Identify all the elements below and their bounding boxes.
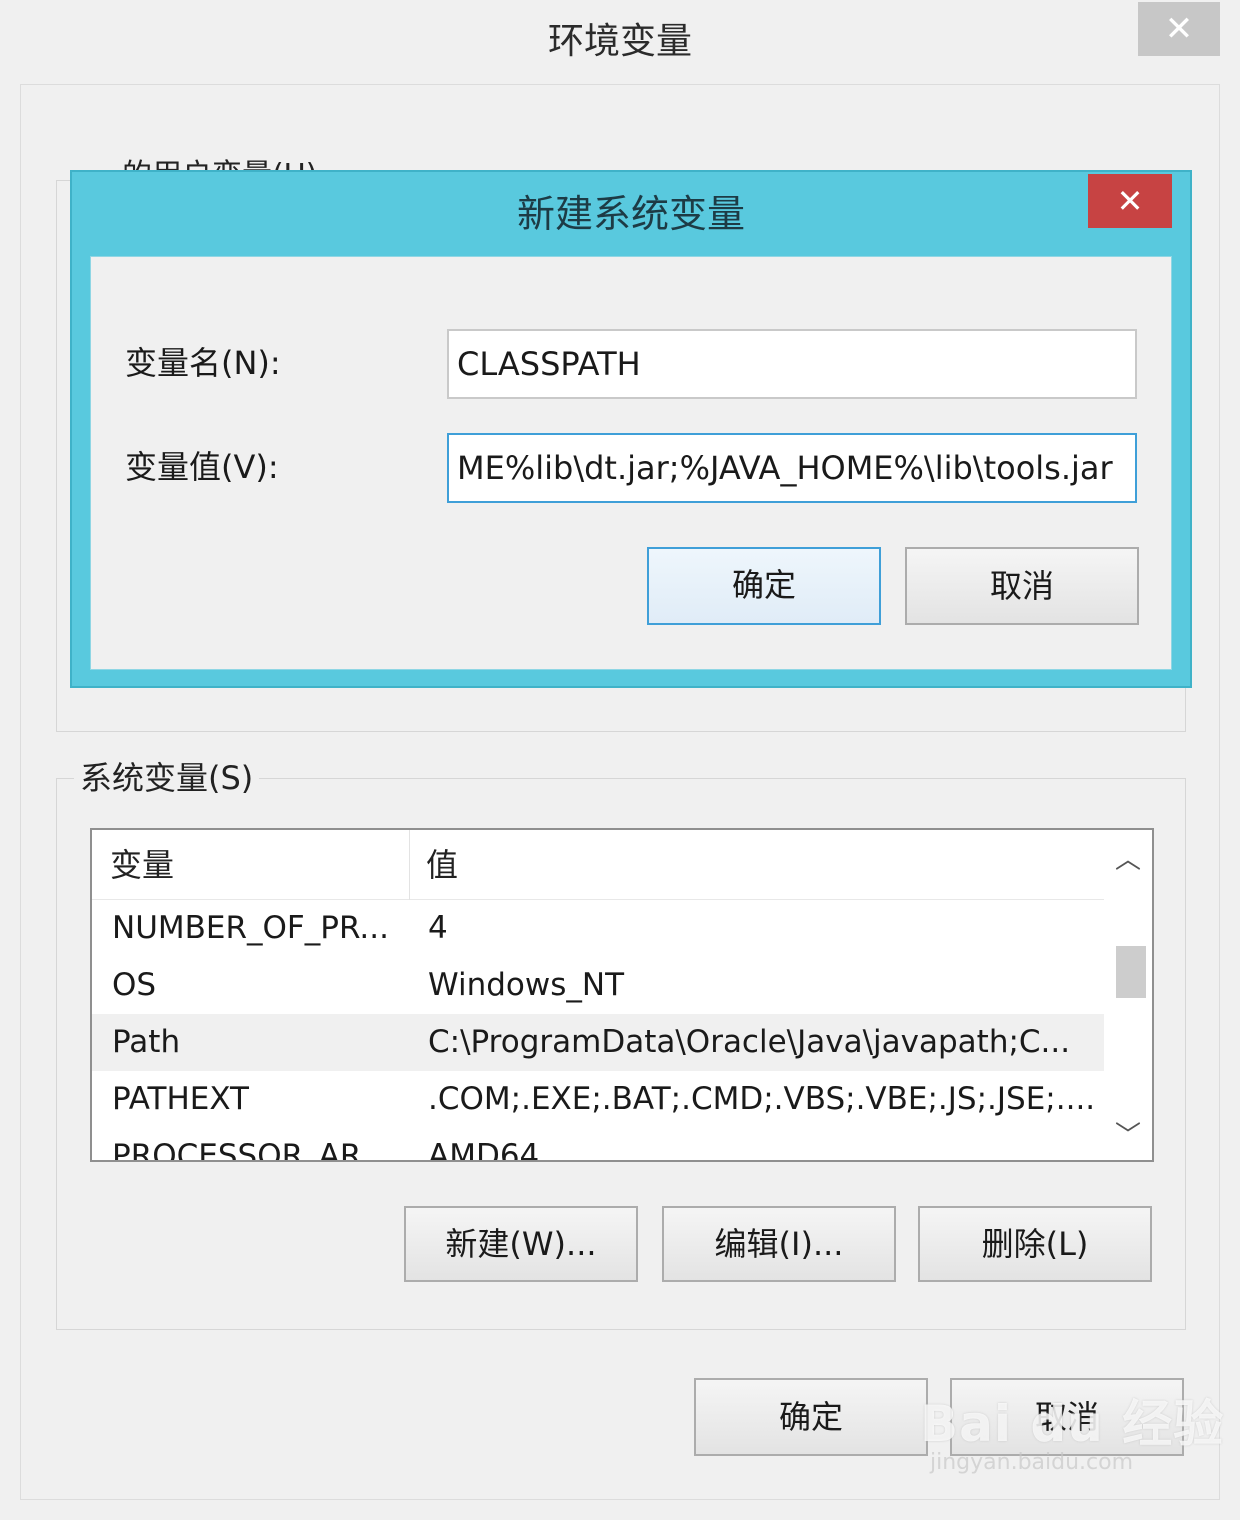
list-row[interactable]: PROCESSOR_AR... AMD64: [92, 1128, 1104, 1162]
dialog-ok-button[interactable]: 确定: [647, 547, 881, 625]
row-variable-name: NUMBER_OF_PR...: [112, 910, 389, 946]
column-header-variable[interactable]: 变量: [92, 830, 410, 900]
row-variable-name: PROCESSOR_AR...: [112, 1138, 390, 1162]
list-row-selected[interactable]: Path C:\ProgramData\Oracle\Java\javapath…: [92, 1014, 1104, 1071]
dialog-close-button[interactable]: ✕: [1088, 174, 1172, 228]
list-header: 变量 值: [92, 830, 1104, 900]
cancel-button[interactable]: 取消: [950, 1378, 1184, 1456]
column-header-value[interactable]: 值: [410, 830, 1104, 900]
list-row[interactable]: NUMBER_OF_PR... 4: [92, 900, 1104, 957]
row-variable-name: Path: [112, 1024, 181, 1060]
system-variables-list[interactable]: 变量 值 NUMBER_OF_PR... 4 OS Windows_NT Pat…: [90, 828, 1154, 1162]
row-variable-value: .COM;.EXE;.BAT;.CMD;.VBS;.VBE;.JS;.JSE;.…: [428, 1081, 1096, 1117]
new-system-variable-dialog: 新建系统变量 ✕ 变量名(N): 变量值(V): 确定 取消: [70, 170, 1192, 688]
ok-button[interactable]: 确定: [694, 1378, 928, 1456]
row-variable-value: 4: [428, 910, 448, 946]
scroll-thumb[interactable]: [1116, 946, 1146, 998]
delete-variable-button[interactable]: 删除(L): [918, 1206, 1152, 1282]
variable-name-input[interactable]: [447, 329, 1137, 399]
variable-value-input[interactable]: [447, 433, 1137, 503]
close-icon: ✕: [1164, 9, 1194, 49]
row-variable-value: AMD64: [428, 1138, 540, 1162]
list-row[interactable]: OS Windows_NT: [92, 957, 1104, 1014]
dialog-title: 新建系统变量: [516, 192, 745, 236]
variable-name-label: 变量名(N):: [125, 344, 281, 382]
dialog-body: 变量名(N): 变量值(V): 确定 取消: [90, 256, 1172, 670]
row-variable-value: Windows_NT: [428, 967, 625, 1003]
close-icon: ✕: [1116, 182, 1144, 220]
list-row[interactable]: PATHEXT .COM;.EXE;.BAT;.CMD;.VBS;.VBE;.J…: [92, 1071, 1104, 1128]
system-variables-label: 系统变量(S): [74, 756, 260, 800]
scroll-up-icon[interactable]: ︿: [1104, 840, 1152, 880]
window-close-button[interactable]: ✕: [1138, 2, 1220, 56]
row-variable-name: OS: [112, 967, 157, 1003]
new-variable-button[interactable]: 新建(W)...: [404, 1206, 638, 1282]
window-titlebar[interactable]: 环境变量 ✕: [0, 0, 1240, 84]
window-title: 环境变量: [547, 21, 692, 62]
edit-variable-button[interactable]: 编辑(I)...: [662, 1206, 896, 1282]
dialog-cancel-button[interactable]: 取消: [905, 547, 1139, 625]
row-variable-value: C:\ProgramData\Oracle\Java\javapath;C...: [428, 1024, 1071, 1060]
vertical-scrollbar[interactable]: ︿ ﹀: [1104, 830, 1152, 1160]
variable-value-label: 变量值(V):: [125, 448, 279, 486]
row-variable-name: PATHEXT: [112, 1081, 249, 1117]
scroll-down-icon[interactable]: ﹀: [1104, 1116, 1152, 1156]
